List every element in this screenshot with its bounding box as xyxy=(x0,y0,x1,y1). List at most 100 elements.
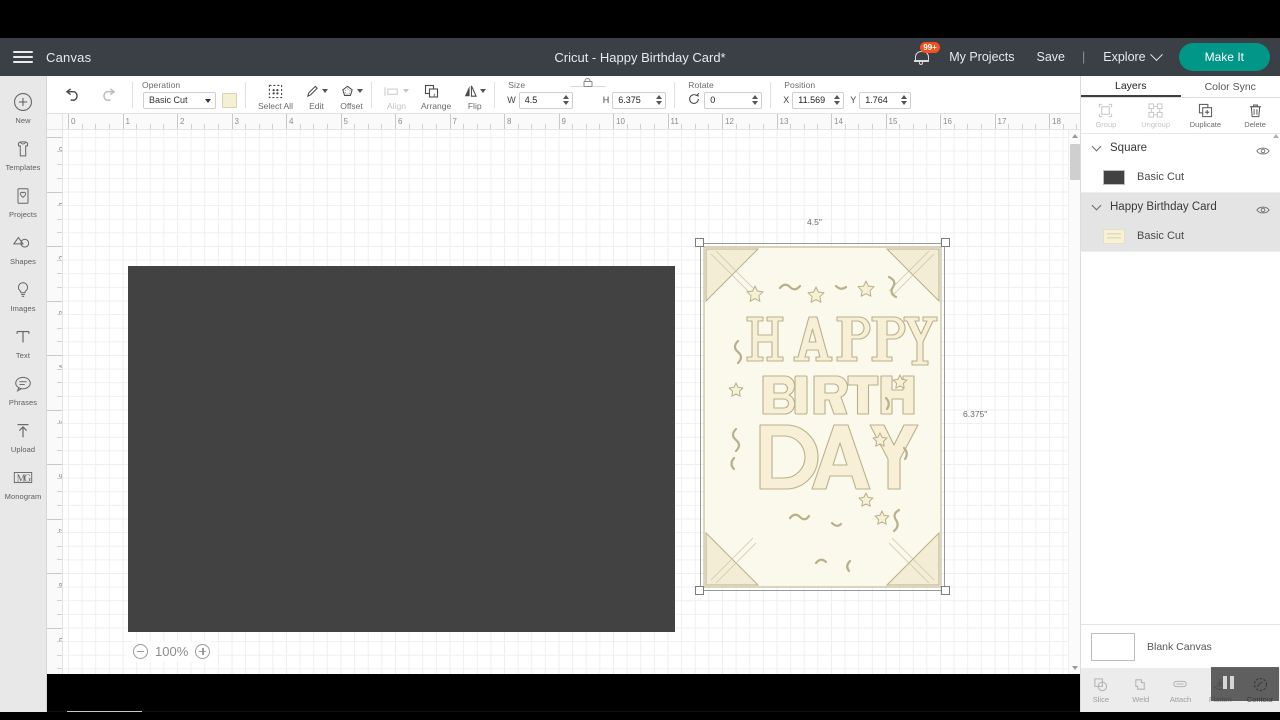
align-icon xyxy=(384,83,409,100)
sidebar-item-monogram[interactable]: MG Monogram xyxy=(0,460,46,507)
scroll-up-arrow-icon[interactable] xyxy=(1072,134,1078,138)
sidebar-label: Templates xyxy=(5,163,41,172)
blank-canvas-thumbnail[interactable] xyxy=(1091,632,1135,661)
explore-dropdown[interactable]: Explore xyxy=(1091,47,1170,64)
layer-color-chip[interactable] xyxy=(1103,169,1125,185)
save-button[interactable]: Save xyxy=(1026,50,1077,64)
sidebar-label: Monogram xyxy=(4,492,42,501)
happy-birthday-card-art[interactable] xyxy=(700,243,945,591)
sidebar-item-phrases[interactable]: Phrases xyxy=(0,366,46,413)
scroll-down-arrow-icon[interactable] xyxy=(1072,666,1078,670)
sidebar-item-new[interactable]: New xyxy=(0,84,46,131)
ruler-label: 16 xyxy=(943,117,952,126)
square-object[interactable] xyxy=(128,266,675,632)
ruler-tick-major xyxy=(231,114,233,129)
width-dimension-label: 4.5" xyxy=(807,217,822,227)
sidebar-item-shapes[interactable]: Shapes xyxy=(0,225,46,272)
layer-color-chip[interactable] xyxy=(1103,228,1125,244)
hamburger-icon[interactable] xyxy=(0,51,46,63)
notifications-button[interactable]: 99+ xyxy=(904,38,940,76)
canvas-area[interactable]: 0123456789101112131415161718 0123456789 xyxy=(47,114,1080,674)
slice-button[interactable]: Slice xyxy=(1081,676,1121,704)
tab-color-sync[interactable]: Color Sync xyxy=(1181,76,1280,97)
height-stepper[interactable] xyxy=(656,94,663,105)
delete-button[interactable]: Delete xyxy=(1230,98,1280,133)
ruler-tick-major xyxy=(47,355,62,356)
layer-row[interactable]: Basic Cut xyxy=(1081,221,1280,251)
blank-canvas-row[interactable]: Blank Canvas xyxy=(1081,624,1280,668)
sidebar-label: New xyxy=(15,116,31,125)
arrange-button[interactable]: Arrange xyxy=(415,83,457,114)
rotate-icon xyxy=(687,92,701,108)
canvas-grid[interactable]: 4.5" 6.375" xyxy=(63,130,1080,674)
y-stepper[interactable] xyxy=(901,94,908,105)
project-card-icon xyxy=(13,185,33,207)
pause-icon[interactable] xyxy=(1223,676,1234,689)
edit-button[interactable]: Edit xyxy=(299,83,334,114)
card-selection[interactable] xyxy=(695,238,950,595)
operation-select[interactable]: Basic Cut xyxy=(143,91,216,109)
zoom-in-button[interactable] xyxy=(195,644,211,659)
resize-handle-bottom-right[interactable] xyxy=(941,586,950,595)
offset-button[interactable]: Offset xyxy=(334,83,369,114)
canvas-vertical-scrollbar[interactable] xyxy=(1068,130,1080,674)
lock-aspect-icon[interactable] xyxy=(570,77,606,87)
make-it-button[interactable]: Make It xyxy=(1178,43,1270,71)
weld-button[interactable]: Weld xyxy=(1121,676,1161,704)
ruler-label: 13 xyxy=(779,117,789,126)
tshirt-icon xyxy=(13,138,33,160)
sidebar-item-text[interactable]: Text xyxy=(0,319,46,366)
redo-button[interactable] xyxy=(99,87,118,102)
vertical-ruler[interactable]: 0123456789 xyxy=(47,130,63,674)
ruler-tick-major xyxy=(340,114,342,129)
ruler-label: 11 xyxy=(670,117,679,126)
ungroup-button[interactable]: Ungroup xyxy=(1131,98,1181,133)
height-value: 6.375 xyxy=(618,95,641,105)
y-input[interactable]: 1.764 xyxy=(859,91,912,109)
chevron-down-icon[interactable] xyxy=(1091,200,1102,211)
eye-icon[interactable] xyxy=(1256,202,1270,214)
my-projects-link[interactable]: My Projects xyxy=(938,50,1025,64)
flip-button[interactable]: Flip xyxy=(457,83,492,114)
panel-scroll-up[interactable] xyxy=(1273,134,1279,148)
sidebar-item-upload[interactable]: Upload xyxy=(0,413,46,460)
edit-toolbar: Operation Basic Cut Select All Edit Offs… xyxy=(47,76,1080,114)
width-input[interactable]: 4.5 xyxy=(518,91,573,109)
rotate-input[interactable]: 0 xyxy=(704,91,763,109)
selection-edge-right xyxy=(944,243,945,591)
x-input[interactable]: 11.569 xyxy=(792,91,845,109)
layer-row[interactable]: Basic Cut xyxy=(1081,162,1280,192)
zoom-out-button[interactable] xyxy=(133,644,148,659)
x-value: 11.569 xyxy=(798,95,826,105)
undo-button[interactable] xyxy=(63,87,82,102)
width-stepper[interactable] xyxy=(562,94,569,105)
select-all-button[interactable]: Select All xyxy=(252,83,299,114)
resize-handle-bottom-left[interactable] xyxy=(695,586,704,595)
layer-header[interactable]: Square xyxy=(1081,134,1280,162)
height-input[interactable]: 6.375 xyxy=(612,91,667,109)
width-value: 4.5 xyxy=(524,95,538,105)
rotate-stepper[interactable] xyxy=(752,94,759,105)
duplicate-button[interactable]: Duplicate xyxy=(1181,98,1231,133)
layer-header[interactable]: Happy Birthday Card xyxy=(1081,193,1280,221)
horizontal-ruler[interactable]: 0 1 2 3 4 5 6 7 8 9 10 11 12 13 14 15 16 17 18 xyxy=(47,114,1080,130)
x-stepper[interactable] xyxy=(834,94,841,105)
chevron-down-icon[interactable] xyxy=(1091,141,1102,152)
ruler-tick-major xyxy=(776,114,778,129)
sidebar-item-templates[interactable]: Templates xyxy=(0,131,46,178)
sidebar-item-projects[interactable]: Projects xyxy=(0,178,46,225)
group-button[interactable]: Group xyxy=(1081,98,1131,133)
eye-icon[interactable] xyxy=(1256,143,1270,155)
app-root: Canvas Cricut - Happy Birthday Card* 99+… xyxy=(0,0,1280,720)
tab-layers[interactable]: Layers xyxy=(1081,76,1181,97)
ruler-label: 5 xyxy=(343,117,348,126)
align-button[interactable]: Align xyxy=(378,83,415,114)
resize-handle-top-left[interactable] xyxy=(695,238,704,247)
attach-button[interactable]: Attach xyxy=(1161,676,1201,704)
header-actions: 99+ My Projects Save | Explore Make It xyxy=(904,38,1280,76)
scroll-thumb[interactable] xyxy=(1070,144,1080,180)
resize-handle-top-right[interactable] xyxy=(941,238,950,247)
arrange-label: Arrange xyxy=(420,100,452,111)
operation-color-swatch[interactable] xyxy=(222,92,237,108)
sidebar-item-images[interactable]: Images xyxy=(0,272,46,319)
